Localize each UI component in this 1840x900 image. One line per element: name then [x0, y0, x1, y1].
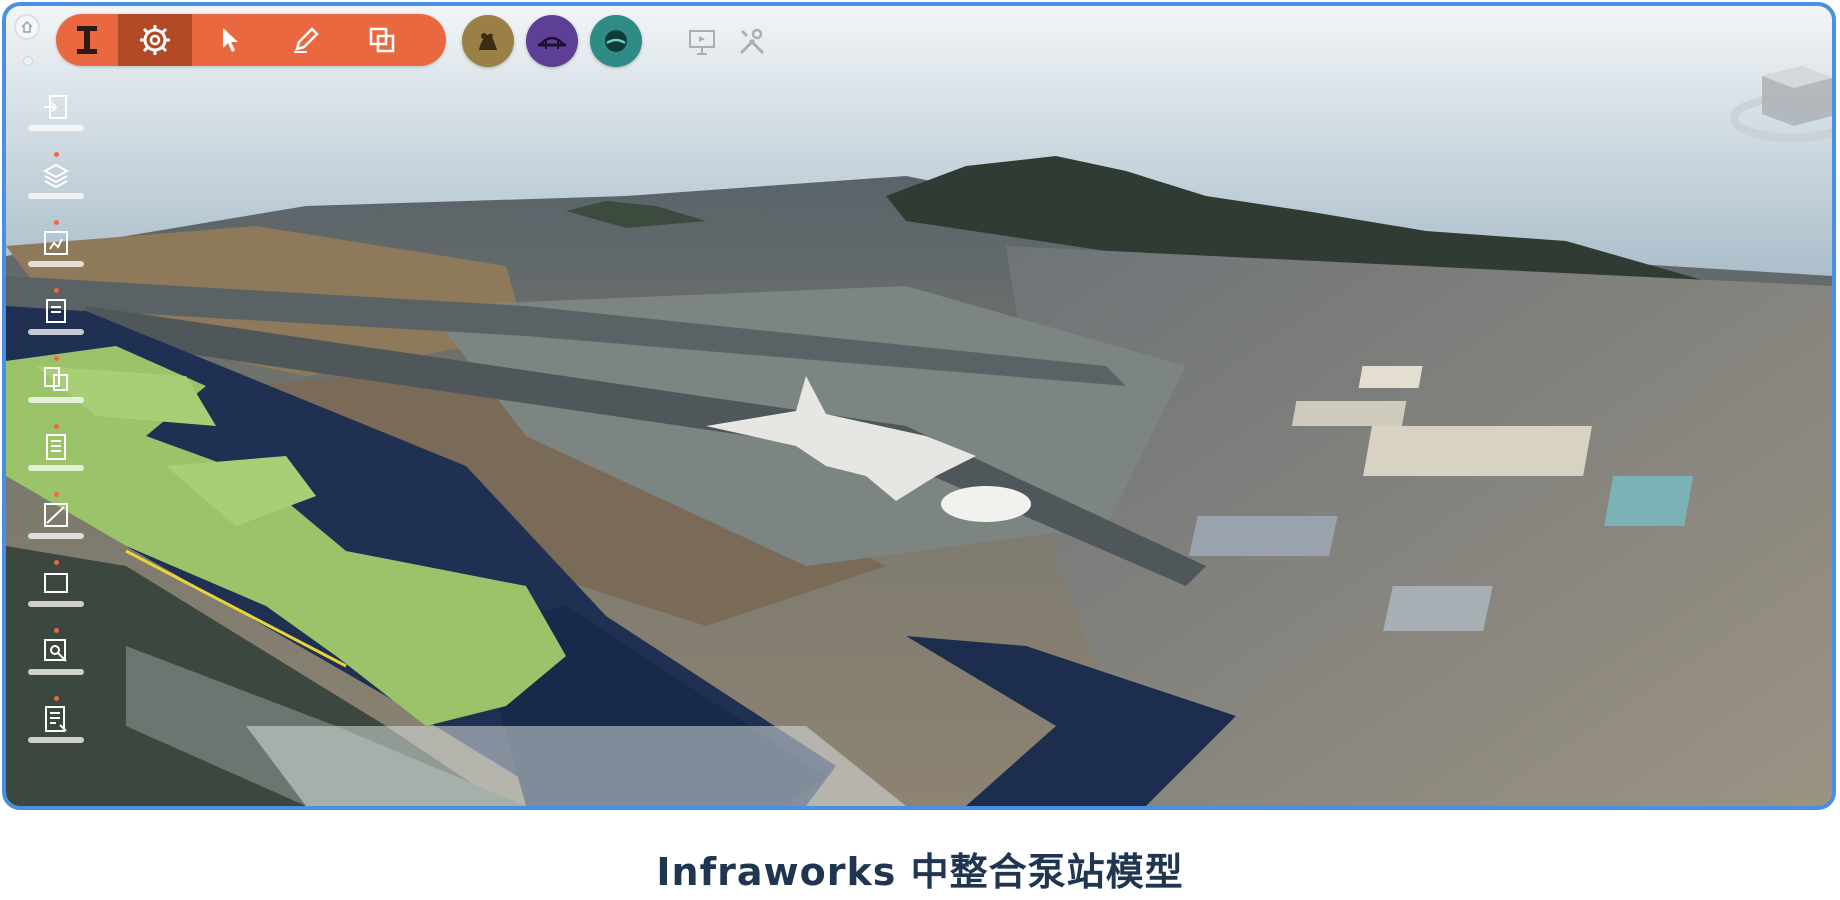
sidebar-separator-dot — [54, 560, 59, 565]
sidebar-label-list — [28, 465, 84, 471]
sidebar-item-profile[interactable] — [26, 500, 86, 560]
main-toolbar — [56, 14, 446, 66]
analysis-icon — [44, 367, 68, 391]
home-indicator[interactable] — [23, 56, 33, 66]
sidebar-item-document[interactable] — [26, 296, 86, 356]
sidebar-label-import — [28, 125, 84, 131]
sidebar-label-layers — [28, 193, 84, 199]
sidebar-label-analysis — [28, 397, 84, 403]
sidebar-separator-dot — [54, 492, 59, 497]
sidebar-item-report[interactable] — [26, 704, 86, 764]
aerial-3d-scene[interactable] — [6, 6, 1832, 806]
sidebar-label-document — [28, 329, 84, 335]
drainage-icon — [605, 30, 627, 52]
terrain-icon — [479, 33, 497, 50]
sidebar-separator-dot — [54, 152, 59, 157]
sidebar-item-layers[interactable] — [26, 160, 86, 220]
sidebar-label-inspect — [28, 669, 84, 675]
drainage-button[interactable] — [590, 15, 642, 67]
sidebar-item-import[interactable] — [26, 92, 86, 152]
bridge-icon — [538, 36, 566, 49]
select-tool-button[interactable] — [192, 14, 268, 66]
sidebar-label-window — [28, 601, 84, 607]
figure-caption: Infraworks 中整合泵站模型 — [656, 850, 1184, 894]
i-beam-icon — [77, 26, 97, 54]
copy-tool-button[interactable] — [344, 14, 420, 66]
sidebar-label-style — [28, 261, 84, 267]
sidebar-separator-dot — [54, 424, 59, 429]
tools-icon — [739, 28, 765, 55]
document-icon — [46, 299, 66, 323]
viewport-frame[interactable] — [2, 2, 1836, 810]
bridge-button[interactable] — [526, 15, 578, 67]
profile-icon — [44, 503, 68, 527]
gear-icon — [140, 25, 170, 55]
view-cube[interactable] — [1722, 56, 1832, 156]
layers-icon — [42, 163, 70, 189]
sidebar-separator-dot — [54, 628, 59, 633]
style-icon — [44, 231, 68, 255]
list-icon — [46, 434, 66, 460]
settings-tool-button[interactable] — [118, 14, 192, 66]
tools-button[interactable] — [734, 24, 770, 60]
sidebar-label-profile — [28, 533, 84, 539]
inspect-icon — [44, 639, 67, 662]
sidebar-label-report — [28, 737, 84, 743]
import-icon — [44, 95, 67, 119]
report-icon — [45, 706, 67, 732]
home-icon — [21, 20, 33, 33]
sidebar-item-style[interactable] — [26, 228, 86, 288]
sidebar-separator-dot — [54, 696, 59, 701]
sidebar-separator-dot — [54, 220, 59, 225]
view-cube-icon — [1730, 66, 1832, 142]
model-tool-button[interactable] — [56, 14, 118, 66]
home-button[interactable] — [14, 14, 40, 40]
sidebar-item-window[interactable] — [26, 568, 86, 628]
sketch-tool-button[interactable] — [268, 14, 344, 66]
sidebar-item-list[interactable] — [26, 432, 86, 492]
sidebar-item-inspect[interactable] — [26, 636, 86, 696]
sidebar-item-analysis[interactable] — [26, 364, 86, 424]
sidebar-separator-dot — [54, 356, 59, 361]
cursor-icon — [223, 28, 238, 52]
window-icon — [44, 573, 68, 593]
copy-icon — [369, 27, 395, 53]
presentation-button[interactable] — [684, 24, 720, 60]
pen-icon — [294, 27, 319, 53]
sidebar-separator-dot — [54, 288, 59, 293]
terrain-button[interactable] — [462, 15, 514, 67]
presentation-icon — [689, 30, 715, 55]
